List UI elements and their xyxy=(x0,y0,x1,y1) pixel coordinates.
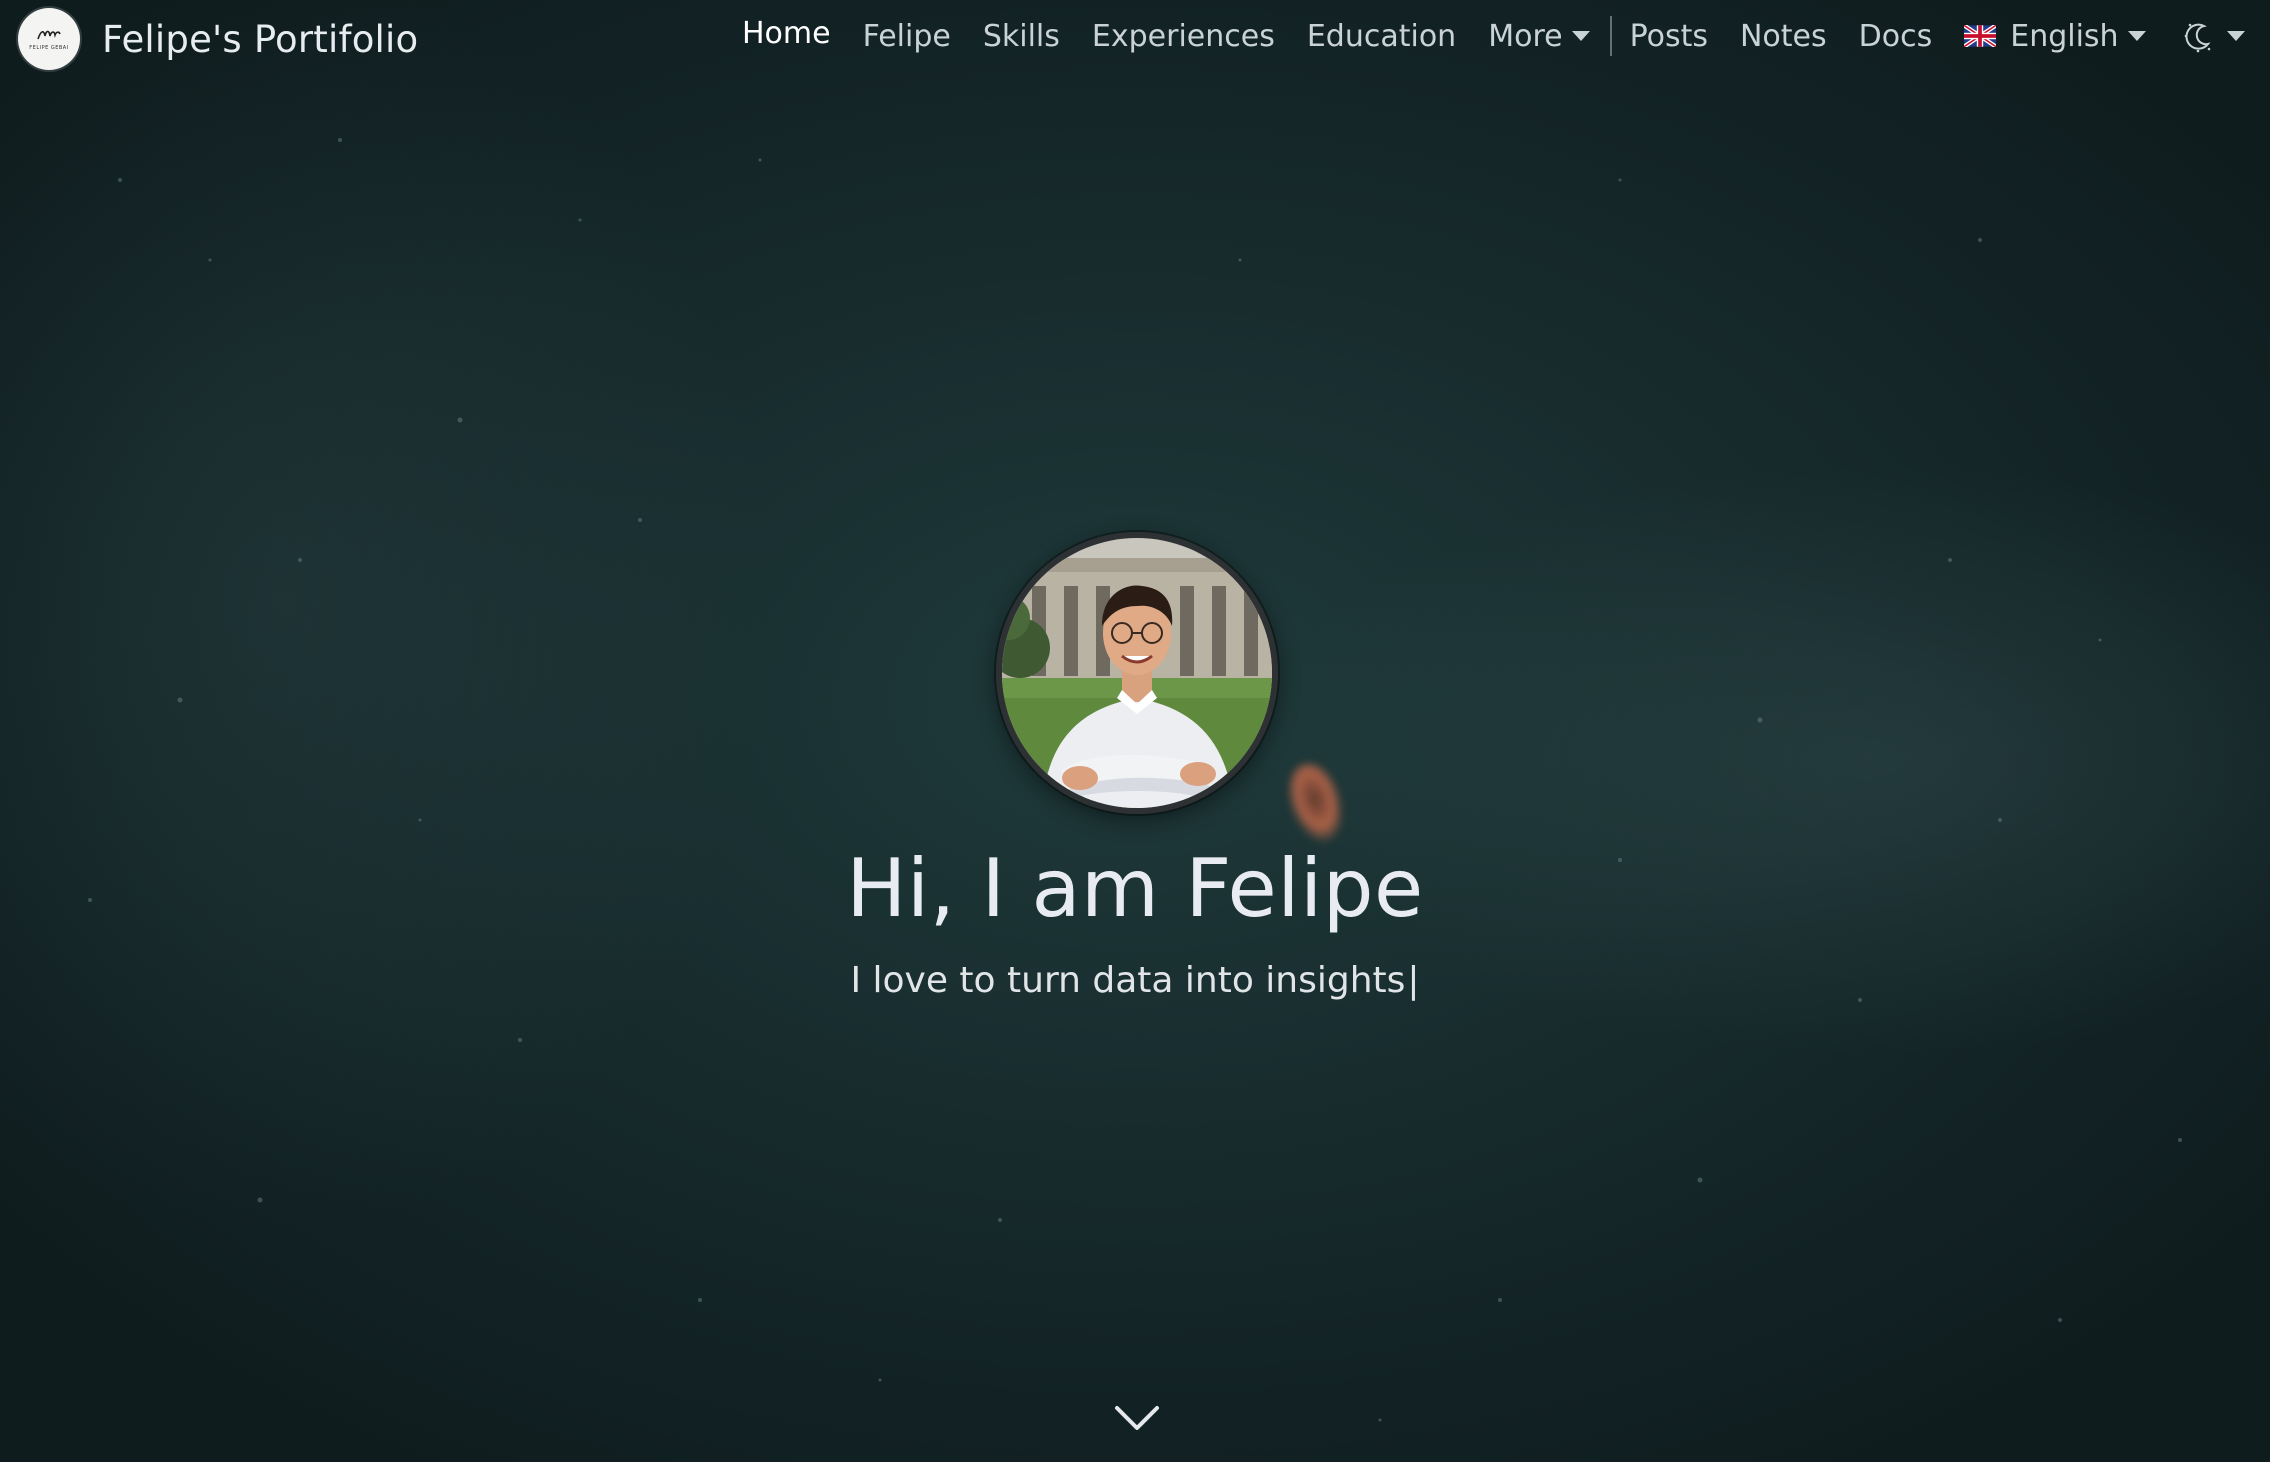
logo-caption: FELIPE GEBAI xyxy=(29,45,69,51)
main-nav: Home Felipe Skills Experiences Education… xyxy=(742,0,2270,72)
brand-title: Felipe's Portifolio xyxy=(102,17,419,61)
signature-logo-icon: FELIPE GEBAI xyxy=(18,8,80,70)
more-dropdown-label: More xyxy=(1488,18,1563,54)
nav-item-education[interactable]: Education xyxy=(1307,19,1456,54)
hero-subtitle: I love to turn data into insights| xyxy=(0,960,2270,1001)
uk-flag-icon xyxy=(1964,25,1997,47)
nav-item-experiences[interactable]: Experiences xyxy=(1092,19,1275,54)
profile-avatar xyxy=(996,532,1278,814)
caret-down-icon xyxy=(2127,31,2146,41)
more-dropdown[interactable]: More xyxy=(1488,18,1590,54)
blurred-background-object xyxy=(1278,755,1354,851)
language-dropdown[interactable]: English xyxy=(1964,18,2146,54)
nav-item-home[interactable]: Home xyxy=(742,16,831,51)
nav-item-docs[interactable]: Docs xyxy=(1859,19,1933,54)
chevron-down-icon[interactable] xyxy=(1113,1402,1161,1434)
hero-title: Hi, I am Felipe xyxy=(846,842,1424,935)
caret-down-icon xyxy=(1571,31,1590,41)
theme-toggle[interactable] xyxy=(2178,16,2245,56)
typing-cursor: | xyxy=(1407,960,1420,1001)
brand-link[interactable]: FELIPE GEBAI Felipe's Portifolio xyxy=(18,8,418,70)
typed-subtitle-text: I love to turn data into insights xyxy=(850,960,1406,1001)
nav-divider xyxy=(1609,16,1612,56)
top-navbar: FELIPE GEBAI Felipe's Portifolio Home Fe… xyxy=(0,0,2270,72)
hero-section: Hi, I am Felipe I love to turn data into… xyxy=(0,0,2270,1462)
moon-sun-icon xyxy=(2184,23,2211,53)
nav-item-posts[interactable]: Posts xyxy=(1630,19,1708,54)
nav-item-skills[interactable]: Skills xyxy=(983,19,1060,54)
caret-down-icon xyxy=(2226,31,2245,41)
nav-item-notes[interactable]: Notes xyxy=(1740,19,1827,54)
language-label: English xyxy=(2010,18,2119,54)
nav-item-felipe[interactable]: Felipe xyxy=(863,19,951,54)
